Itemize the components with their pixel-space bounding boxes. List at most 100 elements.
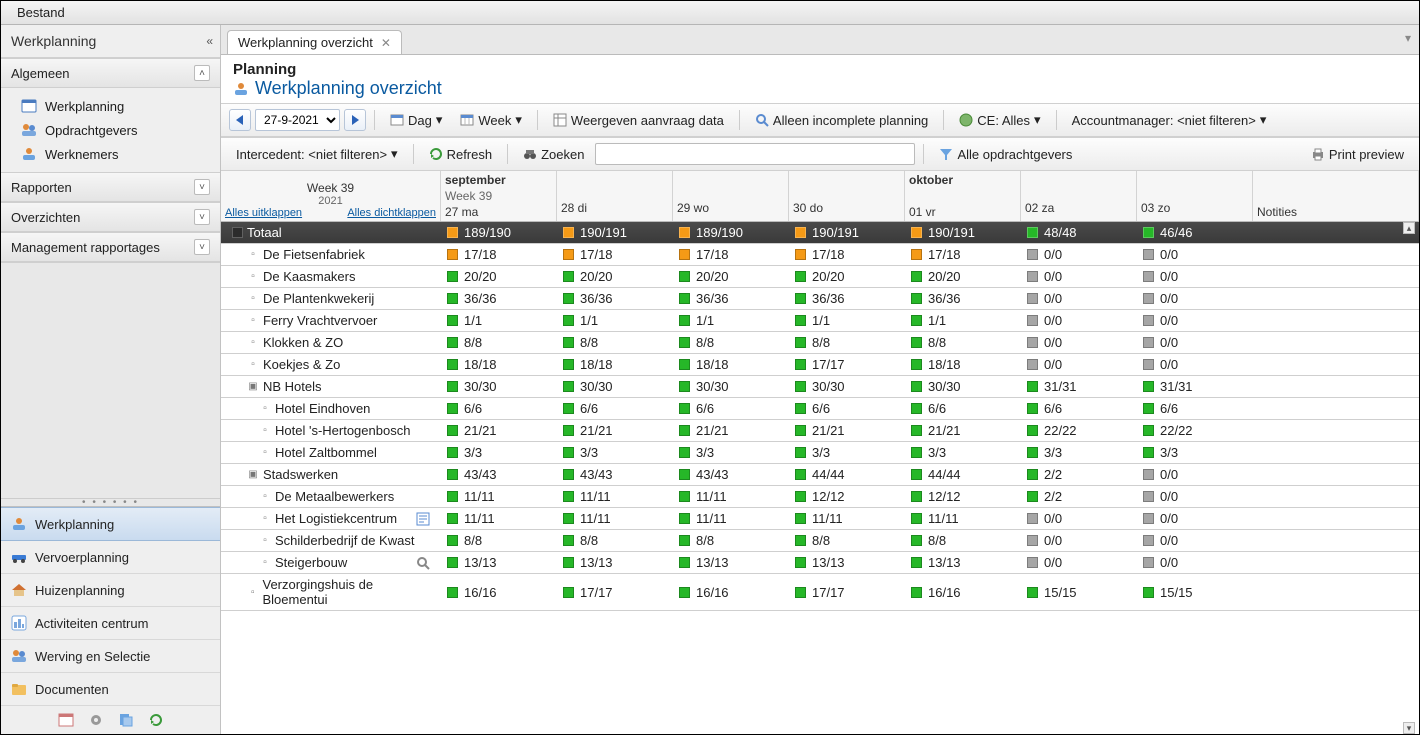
next-date-button[interactable]	[344, 109, 366, 131]
value-cell[interactable]: 3/3	[557, 442, 673, 463]
tab-overzicht[interactable]: Werkplanning overzicht ✕	[227, 30, 402, 54]
magnifier-icon[interactable]	[416, 556, 430, 570]
value-cell[interactable]: 3/3	[1021, 442, 1137, 463]
value-cell[interactable]: 3/3	[673, 442, 789, 463]
value-cell[interactable]: 190/191	[905, 222, 1021, 243]
value-cell[interactable]: 2/2	[1021, 464, 1137, 485]
row-name-cell[interactable]: ▫De Fietsenfabriek	[221, 244, 441, 265]
value-cell[interactable]: 22/22	[1021, 420, 1137, 441]
value-cell[interactable]: 17/17	[789, 582, 905, 603]
table-row[interactable]: ▫De Kaasmakers20/2020/2020/2020/2020/200…	[221, 266, 1419, 288]
bottom-nav-activiteiten[interactable]: Activiteiten centrum	[1, 607, 220, 640]
value-cell[interactable]: 12/12	[905, 486, 1021, 507]
row-name-cell[interactable]: ▣Stadswerken	[221, 464, 441, 485]
value-cell[interactable]: 16/16	[441, 582, 557, 603]
value-cell[interactable]: 30/30	[557, 376, 673, 397]
value-cell[interactable]: 1/1	[673, 310, 789, 331]
all-clients-button[interactable]: Alle opdrachtgevers	[932, 143, 1079, 166]
row-name-cell[interactable]: ▫Steigerbouw	[221, 552, 441, 573]
table-row[interactable]: ▫Het Logistiekcentrum11/1111/1111/1111/1…	[221, 508, 1419, 530]
notes-cell[interactable]	[1253, 589, 1419, 595]
value-cell[interactable]: 36/36	[441, 288, 557, 309]
value-cell[interactable]: 0/0	[1021, 266, 1137, 287]
tree-leaf-icon[interactable]: ▫	[247, 587, 258, 598]
tab-dropdown-icon[interactable]: ▾	[1405, 31, 1411, 45]
nav-werknemers[interactable]: Werknemers	[1, 142, 220, 166]
value-cell[interactable]: 2/2	[1021, 486, 1137, 507]
value-cell[interactable]: 1/1	[441, 310, 557, 331]
section-reports-header[interactable]: Rapporten ˅	[1, 172, 220, 202]
tree-leaf-icon[interactable]: ▫	[247, 337, 259, 348]
nav-opdrachtgevers[interactable]: Opdrachtgevers	[1, 118, 220, 142]
table-row[interactable]: Totaal189/190190/191189/190190/191190/19…	[221, 222, 1419, 244]
value-cell[interactable]: 17/18	[905, 244, 1021, 265]
tree-leaf-icon[interactable]: ▫	[247, 293, 259, 304]
value-cell[interactable]: 20/20	[905, 266, 1021, 287]
value-cell[interactable]: 8/8	[905, 332, 1021, 353]
intercedent-filter-dropdown[interactable]: Intercedent: <niet filteren>▾	[229, 142, 405, 166]
table-row[interactable]: ▣Stadswerken43/4343/4343/4344/4444/442/2…	[221, 464, 1419, 486]
table-row[interactable]: ▫Klokken & ZO8/88/88/88/88/80/00/0	[221, 332, 1419, 354]
table-row[interactable]: ▫Schilderbedrijf de Kwast8/88/88/88/88/8…	[221, 530, 1419, 552]
value-cell[interactable]: 30/30	[441, 376, 557, 397]
row-name-cell[interactable]: ▫Schilderbedrijf de Kwast	[221, 530, 441, 551]
value-cell[interactable]: 36/36	[673, 288, 789, 309]
value-cell[interactable]: 48/48	[1021, 222, 1137, 243]
value-cell[interactable]: 6/6	[1021, 398, 1137, 419]
row-name-cell[interactable]: ▫Hotel Zaltbommel	[221, 442, 441, 463]
value-cell[interactable]: 44/44	[905, 464, 1021, 485]
value-cell[interactable]: 0/0	[1021, 508, 1137, 529]
value-cell[interactable]: 0/0	[1137, 464, 1253, 485]
tree-collapse-icon[interactable]: ▣	[247, 469, 259, 480]
value-cell[interactable]: 3/3	[1137, 442, 1253, 463]
view-week-dropdown[interactable]: Week▾	[453, 108, 529, 132]
row-name-cell[interactable]: ▫De Plantenkwekerij	[221, 288, 441, 309]
value-cell[interactable]: 13/13	[557, 552, 673, 573]
notes-cell[interactable]	[1253, 274, 1419, 280]
value-cell[interactable]: 16/16	[673, 582, 789, 603]
row-name-cell[interactable]: ▫De Kaasmakers	[221, 266, 441, 287]
tree-collapse-icon[interactable]: ▣	[247, 381, 259, 392]
row-name-cell[interactable]: ▫Hotel Eindhoven	[221, 398, 441, 419]
value-cell[interactable]: 16/16	[905, 582, 1021, 603]
value-cell[interactable]: 8/8	[673, 530, 789, 551]
value-cell[interactable]: 189/190	[441, 222, 557, 243]
section-mgmt-header[interactable]: Management rapportages ˅	[1, 232, 220, 262]
refresh-button[interactable]: Refresh	[422, 143, 500, 166]
tree-leaf-icon[interactable]: ▫	[259, 447, 271, 458]
value-cell[interactable]: 12/12	[789, 486, 905, 507]
value-cell[interactable]: 31/31	[1021, 376, 1137, 397]
value-cell[interactable]: 0/0	[1137, 244, 1253, 265]
value-cell[interactable]: 18/18	[673, 354, 789, 375]
value-cell[interactable]: 21/21	[789, 420, 905, 441]
table-row[interactable]: ▫Ferry Vrachtvervoer1/11/11/11/11/10/00/…	[221, 310, 1419, 332]
menu-file[interactable]: Bestand	[9, 2, 73, 23]
row-name-cell[interactable]: ▫Klokken & ZO	[221, 332, 441, 353]
value-cell[interactable]: 15/15	[1021, 582, 1137, 603]
value-cell[interactable]: 36/36	[557, 288, 673, 309]
value-cell[interactable]: 6/6	[1137, 398, 1253, 419]
row-name-cell[interactable]: ▣NB Hotels	[221, 376, 441, 397]
value-cell[interactable]: 17/18	[441, 244, 557, 265]
collapse-all-link[interactable]: Alles dichtklappen	[347, 207, 436, 219]
table-row[interactable]: ▫De Fietsenfabriek17/1817/1817/1817/1817…	[221, 244, 1419, 266]
tree-leaf-icon[interactable]: ▫	[259, 535, 271, 546]
bottom-nav-huizen[interactable]: Huizenplanning	[1, 574, 220, 607]
value-cell[interactable]: 0/0	[1137, 332, 1253, 353]
scroll-down-icon[interactable]: ▾	[1403, 722, 1415, 734]
value-cell[interactable]: 1/1	[905, 310, 1021, 331]
close-icon[interactable]: ✕	[381, 36, 391, 50]
only-incomplete-button[interactable]: Alleen incomplete planning	[748, 109, 935, 132]
table-row[interactable]: ▫Steigerbouw13/1313/1313/1313/1313/130/0…	[221, 552, 1419, 574]
mini-icon-refresh[interactable]	[148, 712, 164, 728]
value-cell[interactable]: 11/11	[905, 508, 1021, 529]
value-cell[interactable]: 20/20	[441, 266, 557, 287]
table-row[interactable]: ▫De Metaalbewerkers11/1111/1111/1112/121…	[221, 486, 1419, 508]
row-name-cell[interactable]: ▫Het Logistiekcentrum	[221, 508, 441, 529]
value-cell[interactable]: 0/0	[1021, 332, 1137, 353]
table-row[interactable]: ▫Hotel Eindhoven6/66/66/66/66/66/66/6	[221, 398, 1419, 420]
value-cell[interactable]: 0/0	[1021, 552, 1137, 573]
notes-cell[interactable]	[1253, 560, 1419, 566]
value-cell[interactable]: 0/0	[1021, 310, 1137, 331]
tree-leaf-icon[interactable]: ▫	[247, 271, 259, 282]
